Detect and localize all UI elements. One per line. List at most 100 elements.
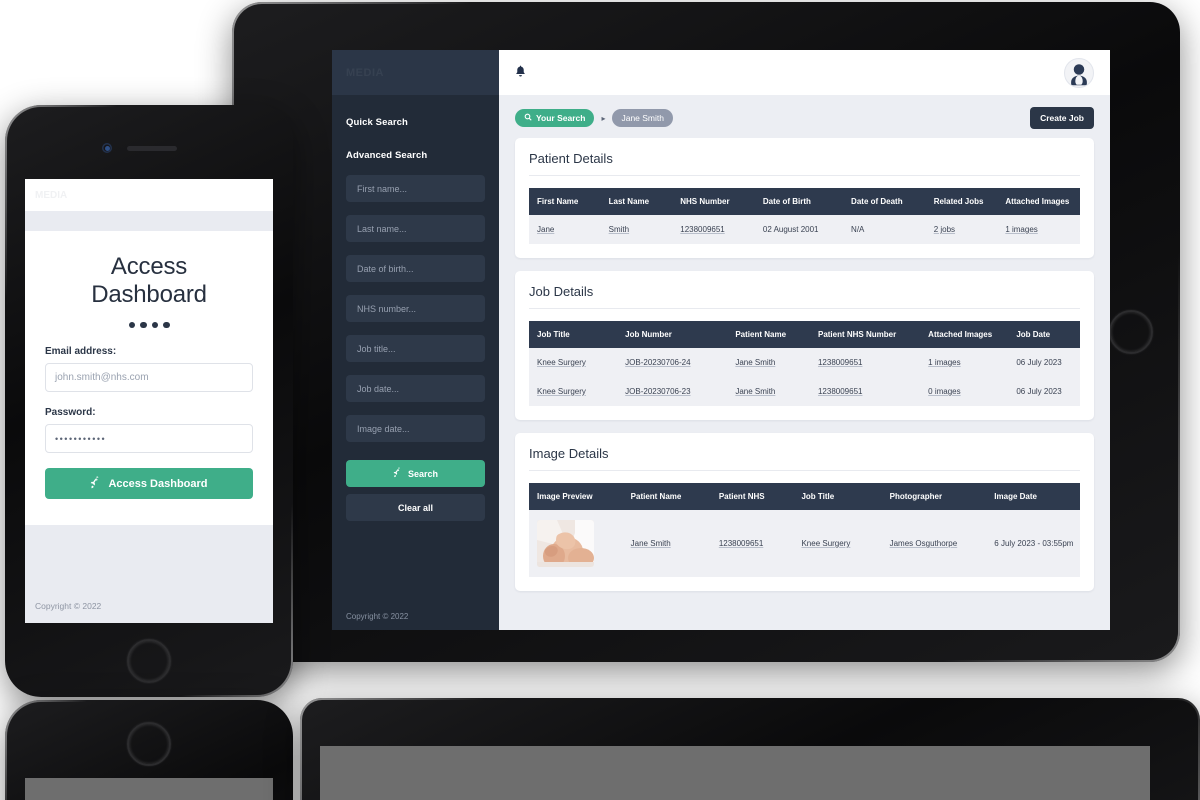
search-input-job-date[interactable]: Job date... xyxy=(346,375,485,402)
phone-screen-blank xyxy=(25,778,273,800)
search-input-date-of-birth[interactable]: Date of birth... xyxy=(346,255,485,282)
login-card: Access Dashboard Email address: john.smi… xyxy=(25,231,273,526)
job-date-placeholder: Job date... xyxy=(357,383,400,394)
table-header-row: Job Title Job Number Patient Name Patien… xyxy=(529,321,1080,348)
table-row[interactable]: Jane Smith 1238009651 02 August 2001 N/A… xyxy=(529,215,1080,244)
cell-related-jobs[interactable]: 2 jobs xyxy=(925,215,998,244)
phone-front-camera-icon xyxy=(102,143,112,153)
col-job-date: Job Date xyxy=(1008,321,1080,348)
patient-details-table: First Name Last Name NHS Number Date of … xyxy=(529,188,1080,244)
access-dashboard-label: Access Dashboard xyxy=(108,477,208,490)
chevron-right-icon: ▸ xyxy=(601,113,606,123)
monitor-device xyxy=(300,698,1200,800)
email-placeholder: john.smith@nhs.com xyxy=(55,372,149,384)
cell-job-title[interactable]: Knee Surgery xyxy=(793,510,882,577)
cell-job-title[interactable]: Knee Surgery xyxy=(529,377,618,406)
knee-photo-thumbnail[interactable] xyxy=(537,520,594,567)
search-input-nhs-number[interactable]: NHS number... xyxy=(346,295,485,322)
cell-patient-nhs[interactable]: 1238009651 xyxy=(710,510,794,577)
dashboard-app: MEDIA Quick Search Advanced Search First… xyxy=(332,50,1110,630)
sidebar-brand[interactable]: MEDIA xyxy=(332,50,499,95)
cell-attached-images[interactable]: 0 images xyxy=(920,377,1009,406)
cell-job-title[interactable]: Knee Surgery xyxy=(529,348,618,377)
email-field[interactable]: john.smith@nhs.com xyxy=(45,363,253,393)
page-title: Access Dashboard xyxy=(45,253,253,310)
col-job-title: Job Title xyxy=(529,321,618,348)
search-input-job-title[interactable]: Job title... xyxy=(346,335,485,362)
rocket-icon xyxy=(89,475,103,492)
clear-all-button[interactable]: Clear all xyxy=(346,494,485,521)
password-masked-value: ••••••••••• xyxy=(55,433,107,444)
nhs-number-placeholder: NHS number... xyxy=(357,303,417,314)
phone-home-button[interactable] xyxy=(127,639,171,683)
sidebar: MEDIA Quick Search Advanced Search First… xyxy=(332,50,499,630)
search-input-first-name[interactable]: First name... xyxy=(346,175,485,202)
col-attached-images: Attached Images xyxy=(920,321,1009,348)
table-header-row: First Name Last Name NHS Number Date of … xyxy=(529,188,1080,215)
cell-patient-nhs-number[interactable]: 1238009651 xyxy=(809,377,921,406)
dot xyxy=(140,321,147,329)
search-icon xyxy=(524,113,532,123)
dot xyxy=(128,321,135,329)
sidebar-copyright: Copyright © 2022 xyxy=(346,612,409,621)
col-patient-nhs: Patient NHS xyxy=(710,483,794,510)
col-last-name: Last Name xyxy=(600,188,673,215)
create-job-button[interactable]: Create Job xyxy=(1030,107,1094,129)
table-row[interactable]: Knee Surgery JOB-20230706-23 Jane Smith … xyxy=(529,377,1080,406)
cell-job-number[interactable]: JOB-20230706-24 xyxy=(617,348,728,377)
cell-first-name[interactable]: Jane xyxy=(529,215,601,244)
cell-image-preview[interactable] xyxy=(529,510,623,577)
cell-patient-name[interactable]: Jane Smith xyxy=(727,377,810,406)
cell-date-of-birth: 02 August 2001 xyxy=(754,215,844,244)
cell-nhs-number[interactable]: 1238009651 xyxy=(672,215,755,244)
tablet-screen: MEDIA Quick Search Advanced Search First… xyxy=(332,50,1110,630)
breadcrumb-your-search[interactable]: Your Search xyxy=(515,109,595,127)
date-of-birth-placeholder: Date of birth... xyxy=(357,263,414,274)
brand-logo: MEDIA xyxy=(346,66,384,79)
bell-icon[interactable] xyxy=(515,65,526,80)
dot xyxy=(151,321,158,329)
cell-job-date: 06 July 2023 xyxy=(1008,377,1080,406)
cell-patient-nhs-number[interactable]: 1238009651 xyxy=(809,348,921,377)
page-title-line-1: Access xyxy=(110,253,188,280)
sidebar-item-advanced-search[interactable]: Advanced Search xyxy=(346,150,485,161)
rocket-icon xyxy=(392,467,403,480)
table-row[interactable]: Jane Smith 1238009651 Knee Surgery James… xyxy=(529,510,1080,577)
cell-photographer[interactable]: James Osguthorpe xyxy=(881,510,987,577)
content-scroll-area[interactable]: Patient Details First Name Last Name NHS… xyxy=(499,138,1110,630)
table-row[interactable]: Knee Surgery JOB-20230706-24 Jane Smith … xyxy=(529,348,1080,377)
phone-speaker-grille xyxy=(127,146,177,151)
cell-last-name[interactable]: Smith xyxy=(600,215,673,244)
password-field[interactable]: ••••••••••• xyxy=(45,424,253,454)
cell-attached-images[interactable]: 1 images xyxy=(997,215,1080,244)
access-dashboard-button[interactable]: Access Dashboard xyxy=(45,468,253,500)
login-copyright: Copyright © 2022 xyxy=(35,601,102,611)
cell-date-of-death: N/A xyxy=(843,215,926,244)
password-label: Password: xyxy=(45,407,96,419)
patient-details-title: Patient Details xyxy=(529,151,1080,176)
cell-attached-images[interactable]: 1 images xyxy=(920,348,1009,377)
search-input-last-name[interactable]: Last name... xyxy=(346,215,485,242)
col-date-of-birth: Date of Birth xyxy=(754,188,844,215)
cell-job-number[interactable]: JOB-20230706-23 xyxy=(617,377,728,406)
phone-home-button[interactable] xyxy=(127,722,171,766)
cell-patient-name[interactable]: Jane Smith xyxy=(727,348,810,377)
brand-logo: MEDIA xyxy=(35,189,68,201)
email-label: Email address: xyxy=(45,346,117,358)
col-patient-name: Patient Name xyxy=(727,321,810,348)
breadcrumb-patient[interactable]: Jane Smith xyxy=(612,109,673,127)
sidebar-item-quick-search[interactable]: Quick Search xyxy=(346,117,485,128)
col-related-jobs: Related Jobs xyxy=(925,188,998,215)
patient-details-card: Patient Details First Name Last Name NHS… xyxy=(515,138,1094,258)
phone-device-secondary xyxy=(5,700,293,800)
search-input-image-date[interactable]: Image date... xyxy=(346,415,485,442)
user-avatar-icon[interactable] xyxy=(1064,57,1094,88)
cell-patient-name[interactable]: Jane Smith xyxy=(622,510,711,577)
dot xyxy=(163,321,170,329)
topbar xyxy=(499,50,1110,95)
breadcrumb-bar: Your Search ▸ Jane Smith Create Job xyxy=(499,95,1110,138)
tablet-home-button[interactable] xyxy=(1109,310,1153,354)
monitor-screen-blank xyxy=(320,746,1150,800)
search-button[interactable]: Search xyxy=(346,460,485,487)
last-name-placeholder: Last name... xyxy=(357,223,407,234)
